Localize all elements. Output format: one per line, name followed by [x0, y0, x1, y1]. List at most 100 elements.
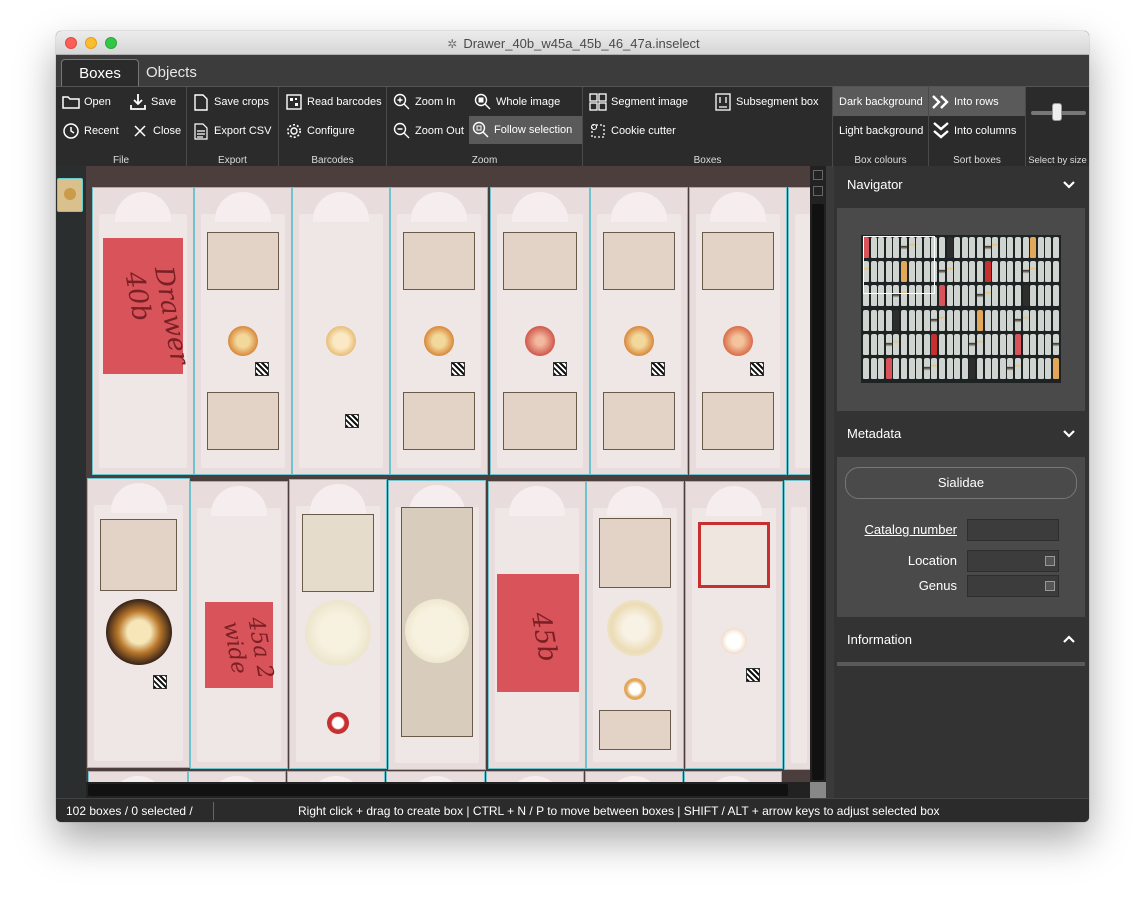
- ribbon-toolbar: Open Save Recent Close File Save crops E…: [56, 86, 1089, 167]
- navigator-slide-cell: [999, 261, 1006, 283]
- navigator-slide-cell: [1037, 237, 1044, 258]
- navigator-preview[interactable]: [861, 235, 1061, 383]
- cookie-cutter-button[interactable]: Cookie cutter: [586, 118, 676, 144]
- specimen-box[interactable]: [689, 187, 787, 475]
- cookie-cutter-label: Cookie cutter: [611, 125, 676, 137]
- navigator-viewport-box[interactable]: [863, 236, 935, 294]
- navigator-slide-cell: [977, 261, 983, 283]
- specimen-box[interactable]: [386, 771, 485, 782]
- tab-objects[interactable]: Objects: [134, 59, 209, 86]
- select-by-size-slider-thumb[interactable]: [1052, 103, 1062, 121]
- specimen-box[interactable]: 45a 2 wide: [190, 481, 288, 769]
- chevron-up-icon[interactable]: [1063, 621, 1075, 674]
- information-header[interactable]: Information: [834, 621, 1089, 659]
- specimen-box[interactable]: [490, 187, 590, 475]
- group-export: Save crops Export CSV Export: [187, 87, 279, 167]
- navigator-slide-cell: [984, 358, 991, 379]
- specimen-thumbnail[interactable]: [57, 178, 83, 212]
- group-box-colours: Dark background Light background Box col…: [833, 87, 929, 167]
- read-barcodes-button[interactable]: Read barcodes: [282, 89, 382, 115]
- navigator-slide-cell: [931, 309, 938, 331]
- specimen-box[interactable]: [585, 771, 683, 782]
- subsegment-box-button[interactable]: Subsegment box: [711, 89, 819, 115]
- navigator-slide-cell: [939, 237, 945, 258]
- specimen-box[interactable]: [486, 771, 584, 782]
- navigator-slide-cell: [1045, 285, 1052, 307]
- navigator-slide-cell: [885, 309, 892, 331]
- save-button[interactable]: Save: [126, 89, 176, 115]
- navigator-slide-cell: [969, 237, 976, 258]
- navigator-slide-cell: [1022, 285, 1029, 307]
- zoom-out-button[interactable]: Zoom Out: [390, 118, 464, 144]
- inselect-app-icon: ✲: [447, 37, 458, 51]
- close-button[interactable]: Close: [128, 118, 181, 144]
- export-csv-button[interactable]: Export CSV: [189, 118, 271, 144]
- catalog-number-link[interactable]: Catalog number: [865, 522, 958, 537]
- configure-button[interactable]: Configure: [282, 118, 355, 144]
- specimen-box[interactable]: [188, 771, 286, 782]
- template-selector-button[interactable]: Sialidae: [845, 467, 1077, 499]
- sort-into-columns-button[interactable]: Into columns: [929, 118, 1016, 144]
- specimen-box[interactable]: [289, 479, 387, 769]
- horizontal-scroll-thumb[interactable]: [88, 784, 788, 796]
- specimen-box[interactable]: [88, 771, 188, 782]
- segment-grid-icon: [588, 92, 608, 112]
- navigator-slide-cell: [939, 309, 945, 331]
- zoom-out-label: Zoom Out: [415, 125, 464, 137]
- navigator-slide-cell: [977, 309, 983, 331]
- information-title: Information: [847, 632, 913, 647]
- navigator-slide-cell: [1022, 237, 1029, 258]
- navigator-slide-cell: [1045, 237, 1052, 258]
- export-csv-label: Export CSV: [214, 125, 272, 137]
- specimen-box[interactable]: 45b: [488, 481, 586, 769]
- mounted-specimen: [105, 599, 172, 665]
- group-file: Open Save Recent Close File: [56, 87, 187, 167]
- specimen-box[interactable]: [388, 480, 486, 770]
- light-background-button[interactable]: Light background: [833, 118, 923, 144]
- specimen-box[interactable]: [87, 478, 190, 768]
- drawer-image[interactable]: Drawer 40b 45a 2 wide 45b: [86, 166, 810, 782]
- navigator-slide-cell: [885, 358, 892, 379]
- save-crops-button[interactable]: Save crops: [189, 89, 269, 115]
- scroll-up-button[interactable]: [813, 170, 823, 180]
- navigator-slide-cell: [1030, 261, 1037, 283]
- navigator-slide-cell: [939, 333, 945, 355]
- location-field[interactable]: [967, 550, 1059, 572]
- navigator-slide-cell: [1030, 237, 1037, 258]
- specimen-box[interactable]: [194, 187, 292, 475]
- specimen-box[interactable]: [590, 187, 688, 475]
- scroll-down-button[interactable]: [813, 186, 823, 196]
- follow-selection-label: Follow selection: [494, 124, 573, 136]
- specimen-box[interactable]: Drawer 40b: [92, 187, 195, 475]
- dark-background-button[interactable]: Dark background: [833, 87, 928, 116]
- specimen-box[interactable]: [685, 481, 783, 769]
- sort-into-rows-button[interactable]: Into rows: [929, 87, 1025, 116]
- tab-boxes[interactable]: Boxes: [61, 59, 139, 86]
- genus-dropdown-button[interactable]: [1045, 581, 1055, 591]
- specimen-box[interactable]: [788, 187, 810, 475]
- specimen-box[interactable]: [586, 481, 684, 769]
- vertical-scroll-thumb[interactable]: [812, 204, 824, 780]
- open-button[interactable]: Open: [59, 89, 111, 115]
- recent-button[interactable]: Recent: [59, 118, 119, 144]
- navigator-slide-cell: [946, 285, 953, 307]
- metadata-header[interactable]: Metadata: [834, 415, 1089, 453]
- specimen-box[interactable]: [292, 187, 390, 475]
- navigator-slide-cell: [961, 333, 968, 355]
- location-dropdown-button[interactable]: [1045, 556, 1055, 566]
- image-canvas[interactable]: Drawer 40b 45a 2 wide 45b: [56, 166, 826, 798]
- specimen-box[interactable]: [390, 187, 488, 475]
- zoom-in-button[interactable]: Zoom In: [390, 89, 455, 115]
- vertical-scrollbar[interactable]: [810, 166, 826, 798]
- genus-field[interactable]: [967, 575, 1059, 597]
- horizontal-scrollbar[interactable]: [86, 782, 810, 798]
- specimen-box[interactable]: [684, 771, 782, 782]
- follow-selection-button[interactable]: Follow selection: [469, 116, 582, 144]
- specimen-box[interactable]: [287, 771, 385, 782]
- catalog-number-field[interactable]: [967, 519, 1059, 541]
- light-background-label: Light background: [839, 125, 924, 137]
- whole-image-button[interactable]: Whole image: [471, 89, 580, 115]
- specimen-box[interactable]: [784, 480, 810, 770]
- navigator-header[interactable]: Navigator: [834, 166, 1089, 204]
- segment-image-button[interactable]: Segment image: [586, 89, 688, 115]
